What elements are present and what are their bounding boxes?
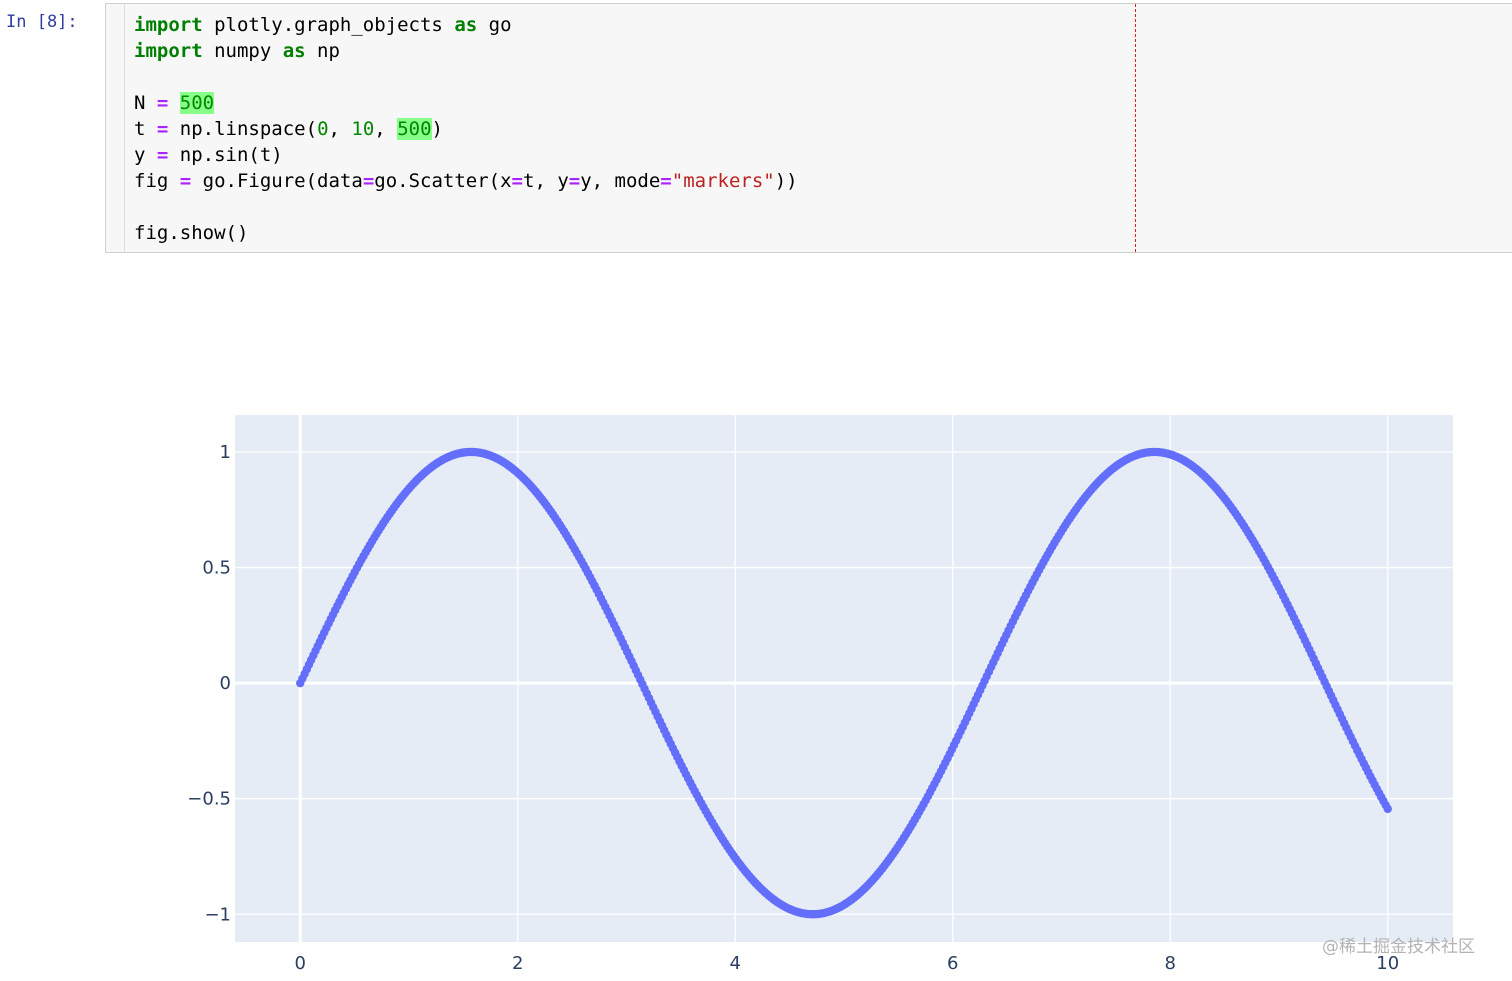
code-text: np — [305, 40, 340, 62]
operator: = — [362, 170, 375, 192]
operator: = — [660, 170, 672, 192]
cell-output: 0 2 4 6 8 10 1 0.5 0 −0.5 −1 — [150, 400, 1490, 975]
x-tick-label: 2 — [512, 953, 523, 974]
operator: = — [179, 170, 192, 192]
code-cell-input[interactable]: import plotly.graph_objects as go import… — [105, 3, 1512, 253]
code-text: , — [374, 118, 398, 140]
code-line-9: fig.show() — [134, 222, 249, 244]
keyword: import — [134, 40, 203, 62]
string-literal: "markers" — [671, 170, 775, 192]
number-highlighted: 500 — [397, 118, 432, 140]
code-text: go — [477, 14, 512, 36]
code-line-4: N = 500 — [134, 92, 215, 114]
code-text: y — [134, 144, 157, 166]
sine-scatter-chart[interactable]: 0 2 4 6 8 1010.50−0.5−1 — [150, 400, 1490, 975]
code-text: , — [328, 118, 352, 140]
code-line-6: y = np.sin(t) — [134, 144, 283, 166]
code-text: plotly.graph_objects — [202, 14, 455, 36]
line-length-ruler — [1135, 4, 1136, 252]
plot-background — [235, 415, 1453, 942]
keyword: as — [282, 40, 306, 62]
keyword: as — [454, 14, 478, 36]
x-tick-label: 6 — [947, 953, 958, 974]
y-tick-label: 1 — [220, 442, 231, 463]
number-highlighted: 500 — [179, 92, 215, 114]
operator: = — [511, 170, 523, 192]
code-editor[interactable]: import plotly.graph_objects as go import… — [134, 12, 798, 246]
x-tick-label: 4 — [730, 953, 741, 974]
y-tick-label: −0.5 — [187, 789, 231, 810]
code-text: t — [134, 118, 157, 140]
y-tick-label: 0.5 — [202, 558, 231, 579]
code-text: numpy — [202, 40, 283, 62]
watermark: @稀土掘金技术社区 — [1322, 937, 1475, 957]
cell-prompt: In [8]: — [6, 12, 78, 32]
code-line-1: import plotly.graph_objects as go — [134, 14, 512, 36]
code-text: )) — [774, 170, 798, 192]
code-text: t, y — [523, 170, 569, 192]
number: 0 — [317, 118, 329, 140]
y-tick-label: 0 — [220, 673, 231, 694]
code-text: go.Scatter(x — [374, 170, 512, 192]
code-line-7: fig = go.Figure(data=go.Scatter(x=t, y=y… — [134, 170, 798, 192]
operator: = — [156, 118, 169, 140]
x-tick-label: 0 — [295, 953, 306, 974]
code-text: ) — [431, 118, 443, 140]
operator: = — [156, 92, 169, 114]
code-text: go.Figure(data — [191, 170, 363, 192]
scatter-marker — [1383, 804, 1392, 814]
operator: = — [156, 144, 169, 166]
operator: = — [568, 170, 581, 192]
code-text: N — [134, 92, 157, 114]
y-tick-label: −1 — [204, 904, 231, 925]
code-text: y, mode — [580, 170, 661, 192]
x-tick-label: 8 — [1165, 953, 1176, 974]
keyword: import — [134, 14, 203, 36]
code-line-2: import numpy as np — [134, 40, 340, 62]
code-text: fig — [134, 170, 180, 192]
code-text: np.sin(t) — [168, 144, 283, 166]
number: 10 — [351, 118, 375, 140]
code-line-5: t = np.linspace(0, 10, 500) — [134, 118, 443, 140]
code-text: np.linspace( — [168, 118, 318, 140]
cell-gutter — [106, 4, 125, 252]
